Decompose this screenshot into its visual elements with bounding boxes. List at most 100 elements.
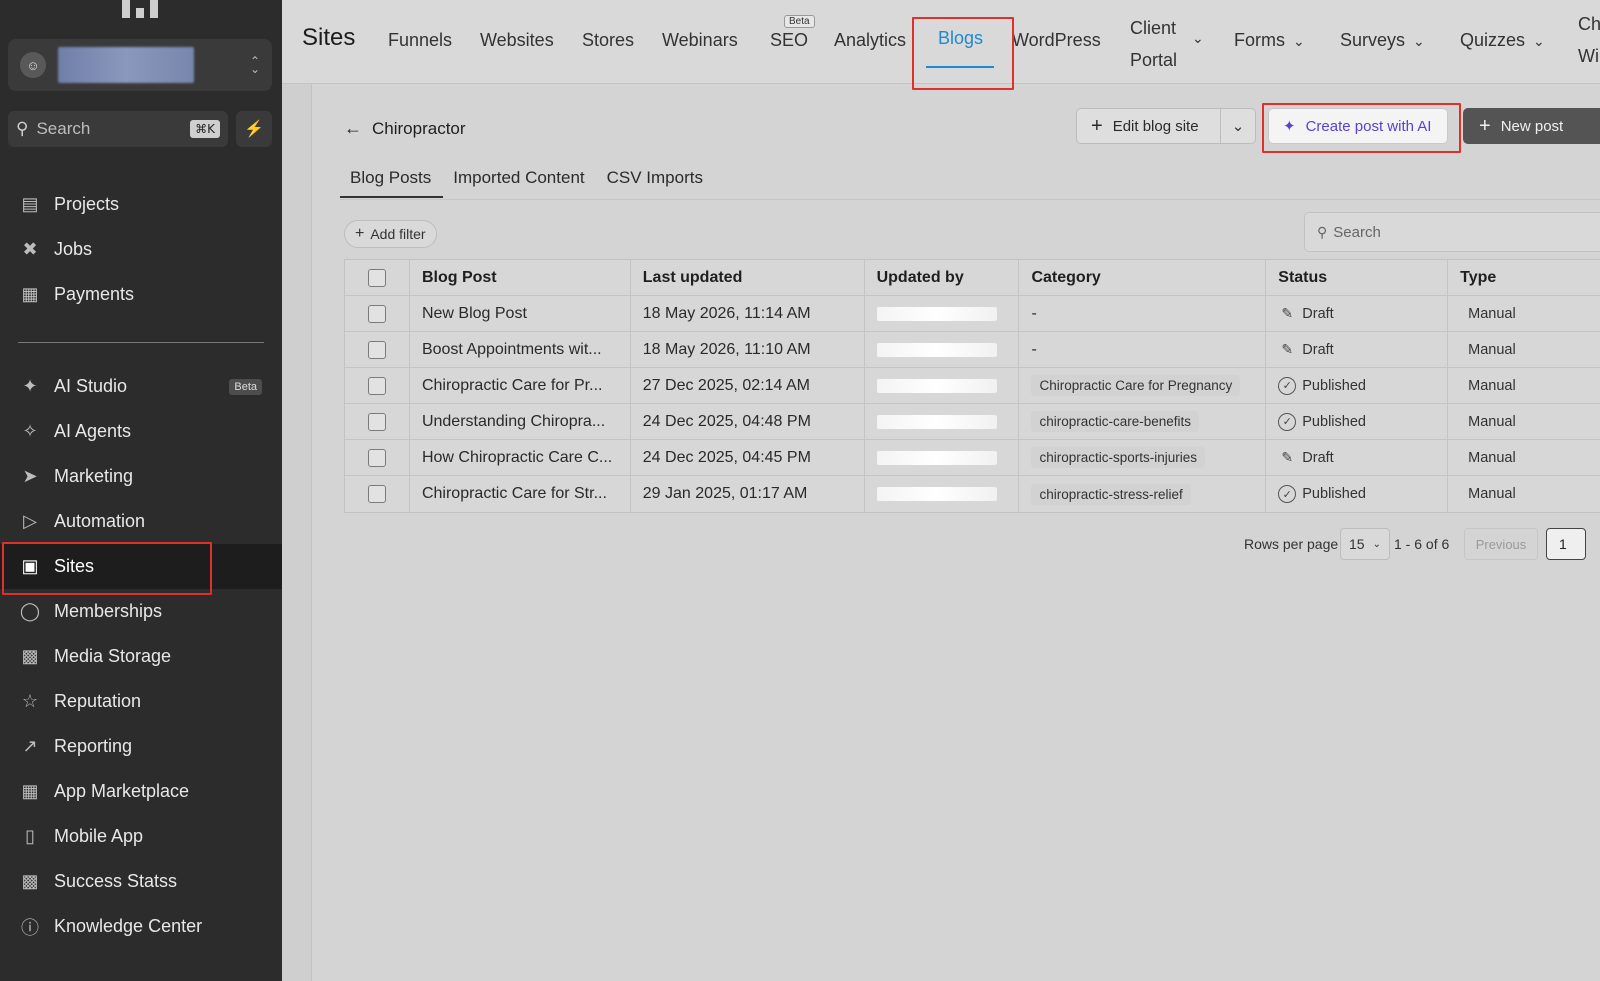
- table-header: Blog Post Last updated Updated by Catego…: [345, 260, 1600, 296]
- image-icon: ▩: [21, 646, 39, 666]
- sidebar-item-label: Automation: [54, 511, 146, 531]
- tab-wordpress[interactable]: WordPress: [1012, 30, 1101, 51]
- globe-window-icon: ▣: [21, 556, 39, 576]
- column-header-updated-by[interactable]: Updated by: [865, 260, 1020, 295]
- status: ✎ Draft: [1266, 332, 1449, 367]
- status-label: Draft: [1302, 305, 1334, 322]
- tab-csv-imports[interactable]: CSV Imports: [597, 168, 715, 198]
- sidebar-item-ai-agents[interactable]: ✧ AI Agents: [0, 409, 282, 454]
- table-row[interactable]: New Blog Post 18 May 2026, 11:14 AM - ✎ D…: [345, 296, 1600, 332]
- column-header-last-updated[interactable]: Last updated: [631, 260, 865, 295]
- add-filter-button[interactable]: + Add filter: [344, 220, 437, 248]
- select-all-cell: [345, 260, 410, 295]
- table-row[interactable]: Chiropractic Care for Str... 29 Jan 2025…: [345, 476, 1600, 512]
- row-checkbox[interactable]: [367, 304, 386, 323]
- blog-post-title[interactable]: Boost Appointments wit...: [410, 332, 631, 367]
- tab-forms[interactable]: Forms ⌄: [1234, 30, 1305, 51]
- row-checkbox[interactable]: [367, 376, 386, 395]
- tab-client-portal[interactable]: Client Portal: [1130, 12, 1177, 76]
- tab-imported-content[interactable]: Imported Content: [443, 168, 596, 198]
- sidebar-item-jobs[interactable]: ✖ Jobs: [0, 227, 282, 272]
- tab-truncated-2[interactable]: Wi: [1578, 46, 1599, 67]
- tab-blogs[interactable]: Blogs: [938, 28, 983, 49]
- sidebar-item-automation[interactable]: ▷ Automation: [0, 499, 282, 544]
- tab-analytics[interactable]: Analytics: [834, 30, 906, 51]
- sidebar-item-memberships[interactable]: ◯ Memberships: [0, 589, 282, 634]
- row-checkbox[interactable]: [367, 340, 386, 359]
- redacted-name: [876, 487, 997, 501]
- table-row[interactable]: Chiropractic Care for Pr... 27 Dec 2025,…: [345, 368, 1600, 404]
- tab-truncated-1[interactable]: Ch: [1578, 14, 1600, 35]
- account-switcher[interactable]: ☺ ⌃ ⌄: [8, 39, 272, 91]
- row-checkbox[interactable]: [367, 412, 386, 431]
- pencil-icon: ✎: [1281, 305, 1294, 321]
- sidebar-item-knowledge-center[interactable]: ⓘ Knowledge Center: [0, 904, 282, 949]
- column-header-status[interactable]: Status: [1266, 260, 1449, 295]
- sidebar-item-media-storage[interactable]: ▩ Media Storage: [0, 634, 282, 679]
- sidebar-item-label: Reporting: [54, 736, 133, 756]
- category-pill: chiropractic-sports-injuries: [1031, 447, 1206, 468]
- tab-websites[interactable]: Websites: [480, 30, 554, 51]
- phone-icon: ▯: [25, 826, 35, 846]
- tab-quizzes[interactable]: Quizzes ⌄: [1460, 30, 1545, 51]
- blog-post-title[interactable]: New Blog Post: [410, 296, 631, 331]
- row-select-cell: [345, 332, 410, 367]
- table-search-placeholder: Search: [1333, 223, 1381, 241]
- pencil-icon: ✎: [1281, 449, 1294, 465]
- blog-post-title[interactable]: Chiropractic Care for Pr...: [410, 368, 631, 403]
- column-header-type[interactable]: Type: [1448, 260, 1600, 295]
- blog-post-title[interactable]: How Chiropractic Care C...: [410, 440, 631, 475]
- sidebar-item-sites[interactable]: ▣ Sites: [0, 544, 282, 589]
- sidebar-item-app-marketplace[interactable]: ▦ App Marketplace: [0, 769, 282, 814]
- sidebar-item-mobile-app[interactable]: ▯ Mobile App: [0, 814, 282, 859]
- table-row[interactable]: Boost Appointments wit... 18 May 2026, 1…: [345, 332, 1600, 368]
- sidebar-item-ai-studio[interactable]: ✦ AI Studio Beta: [0, 364, 282, 409]
- breadcrumb: ← Chiropractor: [344, 118, 466, 139]
- edit-blog-site-button[interactable]: + Edit blog site: [1076, 108, 1220, 144]
- updated-by: [865, 368, 1020, 403]
- tab-webinars[interactable]: Webinars: [662, 30, 738, 51]
- edit-blog-dropdown-button[interactable]: ⌄: [1220, 108, 1256, 144]
- new-post-button[interactable]: + New post: [1463, 108, 1600, 144]
- row-checkbox[interactable]: [367, 448, 386, 467]
- page-number-button[interactable]: 1: [1546, 528, 1586, 560]
- row-checkbox[interactable]: [367, 485, 386, 503]
- select-all-checkbox[interactable]: [367, 268, 386, 287]
- quick-actions-button[interactable]: ⚡: [236, 111, 272, 147]
- row-select-cell: [345, 476, 410, 512]
- sidebar-item-reputation[interactable]: ☆ Reputation: [0, 679, 282, 724]
- sidebar-search[interactable]: ⚲ Search ⌘K: [8, 111, 228, 147]
- sidebar-item-projects[interactable]: ▤ Projects: [0, 182, 282, 227]
- tab-blog-posts[interactable]: Blog Posts: [340, 168, 444, 198]
- create-post-with-ai-button[interactable]: ✦ Create post with AI: [1268, 108, 1448, 144]
- back-arrow-icon[interactable]: ←: [344, 118, 362, 139]
- column-header-blog-post[interactable]: Blog Post: [410, 260, 631, 295]
- main-content: ← Chiropractor + Edit blog site ⌄ ✦ Crea…: [282, 84, 1600, 981]
- redacted-name: [876, 450, 997, 465]
- status-label: Draft: [1302, 341, 1334, 358]
- table-row[interactable]: How Chiropractic Care C... 24 Dec 2025, …: [345, 440, 1600, 476]
- sidebar-item-success-stats[interactable]: ▩ Success Statss: [0, 859, 282, 904]
- app-logo: [120, 0, 160, 18]
- type-value: Manual: [1468, 341, 1516, 358]
- sidebar-item-reporting[interactable]: ↗ Reporting: [0, 724, 282, 769]
- chevron-down-icon: ⌄: [1372, 538, 1381, 550]
- sidebar-item-payments[interactable]: ▦ Payments: [0, 272, 282, 317]
- rows-per-page-select[interactable]: 15 ⌄: [1340, 528, 1390, 560]
- table-row[interactable]: Understanding Chiropra... 24 Dec 2025, 0…: [345, 404, 1600, 440]
- blog-post-title[interactable]: Understanding Chiropra...: [410, 404, 631, 439]
- tab-stores[interactable]: Stores: [582, 30, 634, 51]
- table-search-input[interactable]: ⚲ Search: [1304, 212, 1600, 252]
- tab-funnels[interactable]: Funnels: [388, 30, 452, 51]
- column-header-category[interactable]: Category: [1019, 260, 1267, 295]
- tab-seo[interactable]: SEO: [770, 30, 808, 51]
- sidebar: ☺ ⌃ ⌄ ⚲ Search ⌘K ⚡ ▤ Projects ✖ Jobs ▦ P…: [0, 0, 282, 981]
- type-value: Manual: [1468, 377, 1516, 394]
- type: Manual: [1448, 332, 1600, 367]
- sidebar-item-marketing[interactable]: ➤ Marketing: [0, 454, 282, 499]
- previous-page-button[interactable]: Previous: [1464, 528, 1538, 560]
- beta-badge: Beta: [229, 378, 262, 395]
- blog-post-title[interactable]: Chiropractic Care for Str...: [410, 476, 631, 512]
- tab-surveys[interactable]: Surveys ⌄: [1340, 30, 1425, 51]
- type: Manual: [1448, 404, 1600, 439]
